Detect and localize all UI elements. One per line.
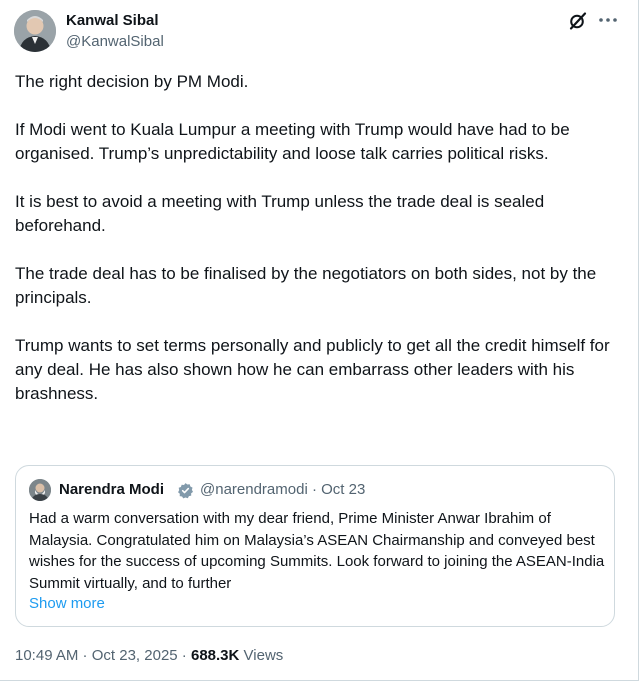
author-name[interactable]: Kanwal Sibal	[66, 11, 159, 31]
meta-separator: ·	[307, 481, 322, 498]
verified-badge-icon	[177, 482, 194, 499]
grok-icon[interactable]	[568, 11, 588, 31]
tweet-paragraph: Trump wants to set terms personally and …	[15, 336, 610, 403]
show-more-link[interactable]: Show more	[29, 594, 105, 614]
author-handle[interactable]: @KanwalSibal	[66, 32, 164, 52]
tweet-text: The right decision by PM Modi. If Modi w…	[15, 70, 610, 430]
views-label: Views	[243, 647, 284, 664]
more-options-icon[interactable]	[596, 8, 620, 32]
tweet-paragraph: If Modi went to Kuala Lumpur a meeting w…	[15, 120, 570, 163]
meta-separator: ·	[177, 647, 191, 664]
quoted-meta: @narendramodi · Oct 23	[200, 480, 365, 500]
tweet-paragraph: The trade deal has to be finalised by th…	[15, 264, 597, 307]
tweet-meta: 10:49 AM · Oct 23, 2025 · 688.3K Views	[15, 646, 283, 666]
quoted-author-name[interactable]: Narendra Modi	[59, 480, 164, 500]
tweet-paragraph: It is best to avoid a meeting with Trump…	[15, 192, 545, 235]
tweet-paragraph: The right decision by PM Modi.	[15, 72, 249, 91]
tweet-date[interactable]: Oct 23, 2025	[92, 647, 178, 664]
author-avatar[interactable]	[14, 10, 56, 52]
meta-separator: ·	[78, 647, 92, 664]
quoted-text: Had a warm conversation with my dear fri…	[29, 510, 605, 592]
views-count: 688.3K	[190, 647, 240, 664]
quoted-author-avatar[interactable]	[29, 479, 51, 501]
quoted-date[interactable]: Oct 23	[321, 481, 365, 498]
quoted-tweet[interactable]: Narendra Modi @narendramodi · Oct 23 Had…	[15, 465, 615, 627]
tweet-card: Kanwal Sibal @KanwalSibal The right deci…	[0, 0, 639, 681]
tweet-time[interactable]: 10:49 AM	[15, 647, 78, 664]
quoted-author-handle[interactable]: @narendramodi	[200, 481, 308, 498]
